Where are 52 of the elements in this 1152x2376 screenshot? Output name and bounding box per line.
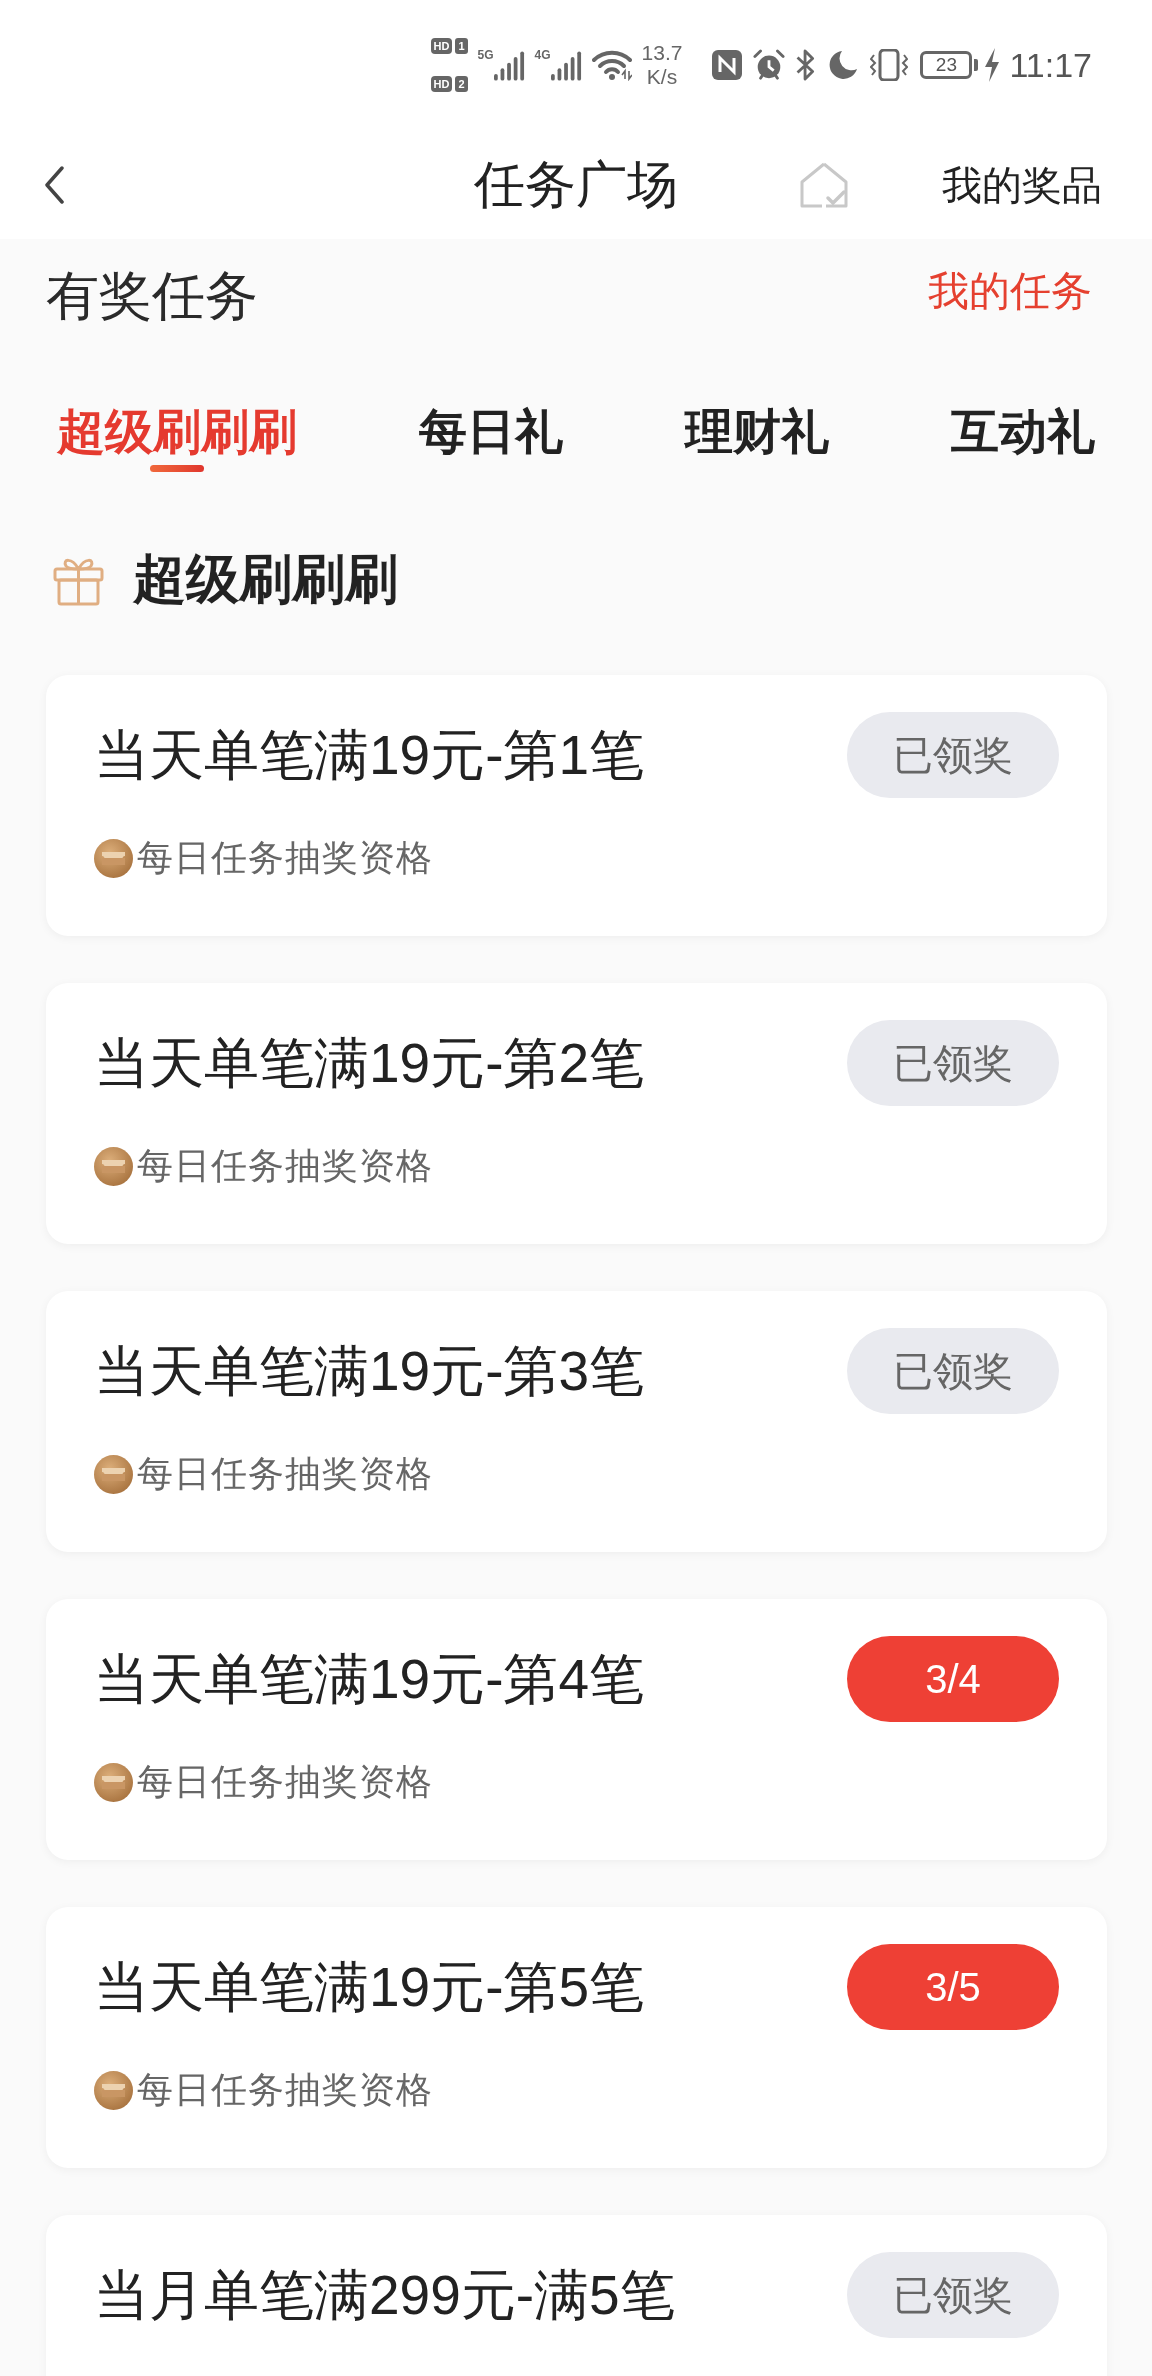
charging-bolt-icon <box>984 48 1001 82</box>
category-tab[interactable]: 互动礼 <box>951 408 1095 472</box>
sim-slot: 2 <box>455 76 468 92</box>
section-title: 有奖任务 <box>46 270 258 322</box>
task-reward: 每日任务抽奖资格 <box>137 2068 433 2112</box>
ticket-coin-icon <box>94 1454 133 1494</box>
task-status-button[interactable]: 已领奖 <box>847 1328 1059 1414</box>
task-title: 当天单笔满19元-第1笔 <box>94 723 645 787</box>
category-tab[interactable]: 理财礼 <box>685 408 829 472</box>
ticket-coin-icon <box>94 1146 133 1186</box>
ticket-coin-icon <box>94 2070 133 2110</box>
sim-label: HD <box>430 38 453 54</box>
sim-slot: 1 <box>455 38 468 54</box>
category-tab[interactable]: 超级刷刷刷 <box>57 408 297 472</box>
status-time: 11:17 <box>1009 46 1092 84</box>
group-title: 超级刷刷刷 <box>133 549 398 609</box>
task-status-button[interactable]: 已领奖 <box>847 712 1059 798</box>
task-reward: 每日任务抽奖资格 <box>137 836 433 880</box>
task-title: 当天单笔满19元-第4笔 <box>94 1647 645 1711</box>
task-reward: 每日任务抽奖资格 <box>137 1452 433 1496</box>
signal-bars-icon <box>550 51 582 81</box>
task-title: 当天单笔满19元-第2笔 <box>94 1031 645 1095</box>
network-type: 4G <box>534 49 551 62</box>
task-title: 当月单笔满299元-满5笔 <box>94 2263 675 2327</box>
tab-underline <box>150 465 204 472</box>
task-title: 当天单笔满19元-第5笔 <box>94 1955 645 2019</box>
network-type: 5G <box>477 49 494 62</box>
ticket-coin-icon <box>94 1762 133 1802</box>
house-check-icon[interactable] <box>800 161 848 208</box>
task-reward: 每日任务抽奖资格 <box>137 1760 433 1804</box>
nfc-icon <box>712 50 743 80</box>
signal-bars-icon <box>493 51 525 81</box>
my-prizes-link[interactable]: 我的奖品 <box>942 160 1102 209</box>
back-chevron-icon <box>44 165 64 204</box>
sim-label: HD <box>430 76 453 92</box>
moon-icon <box>828 50 859 80</box>
battery-percent: 23 <box>935 55 957 75</box>
speed-unit: K/s <box>646 65 678 89</box>
wifi-icon <box>591 49 632 81</box>
task-status-button[interactable]: 已领奖 <box>847 2252 1059 2338</box>
task-title: 当天单笔满19元-第3笔 <box>94 1339 645 1403</box>
page-title: 任务广场 <box>474 154 678 215</box>
ticket-coin-icon <box>94 838 133 878</box>
task-reward: 每日任务抽奖资格 <box>137 1144 433 1188</box>
task-status-button[interactable]: 3/4 <box>847 1636 1059 1722</box>
task-status-button[interactable]: 3/5 <box>847 1944 1059 2030</box>
task-status-button[interactable]: 已领奖 <box>847 1020 1059 1106</box>
network-speed: 13.7 <box>641 41 683 65</box>
vibrate-icon <box>870 49 909 81</box>
alarm-clock-icon <box>753 49 786 81</box>
my-tasks-link[interactable]: 我的任务 <box>928 270 1092 312</box>
category-tab[interactable]: 每日礼 <box>419 408 563 472</box>
